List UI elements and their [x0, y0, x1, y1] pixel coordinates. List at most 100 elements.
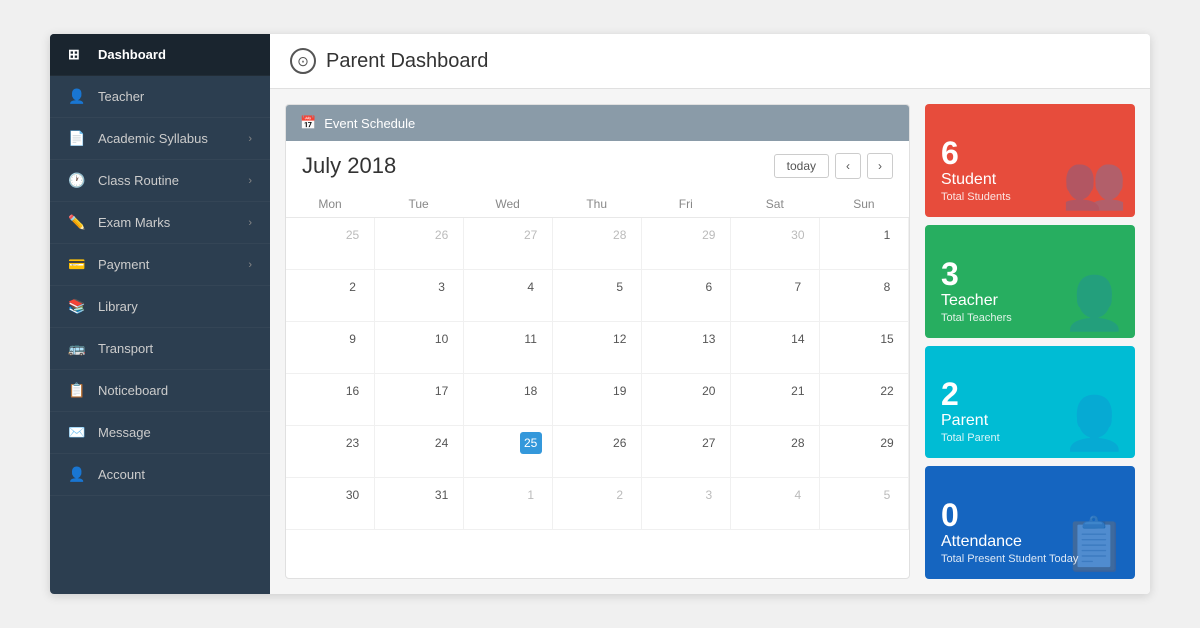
sidebar-item-message[interactable]: ✉️ Message — [50, 412, 270, 454]
calendar-day-cell[interactable]: 9 — [286, 322, 374, 374]
calendar-day-cell[interactable]: 25 — [286, 218, 374, 270]
calendar-day-cell[interactable]: 1 — [463, 478, 552, 530]
sidebar-item-academic-syllabus[interactable]: 📄 Academic Syllabus › — [50, 118, 270, 160]
page-title: Parent Dashboard — [326, 50, 488, 73]
date-number: 12 — [609, 328, 631, 350]
date-number: 19 — [609, 380, 631, 402]
date-number: 3 — [698, 484, 720, 506]
calendar-day-cell[interactable]: 13 — [641, 322, 730, 374]
date-number: 4 — [520, 276, 542, 298]
sidebar-item-transport[interactable]: 🚌 Transport — [50, 328, 270, 370]
calendar-day-cell[interactable]: 30 — [286, 478, 374, 530]
calendar-day-cell[interactable]: 28 — [552, 218, 641, 270]
date-number: 26 — [609, 432, 631, 454]
calendar-day-cell[interactable]: 23 — [286, 426, 374, 478]
calendar-day-cell[interactable]: 28 — [730, 426, 819, 478]
sidebar-icon-payment: 💳 — [68, 256, 88, 273]
calendar-day-cell[interactable]: 3 — [374, 270, 463, 322]
calendar-day-cell[interactable]: 4 — [463, 270, 552, 322]
calendar-icon: 📅 — [300, 115, 316, 131]
sidebar-icon-account: 👤 — [68, 466, 88, 483]
calendar-body: 2526272829301234567891011121314151617181… — [286, 218, 909, 530]
weekday-sat: Sat — [730, 191, 819, 218]
calendar-day-cell[interactable]: 31 — [374, 478, 463, 530]
calendar-day-cell[interactable]: 17 — [374, 374, 463, 426]
sidebar-label-message: Message — [98, 425, 151, 440]
weekday-thu: Thu — [552, 191, 641, 218]
sidebar-label-payment: Payment — [98, 257, 149, 272]
calendar-day-cell[interactable]: 24 — [374, 426, 463, 478]
sidebar-item-teacher[interactable]: 👤 Teacher — [50, 76, 270, 118]
calendar-day-cell[interactable]: 26 — [552, 426, 641, 478]
calendar-day-cell[interactable]: 3 — [641, 478, 730, 530]
calendar-day-cell[interactable]: 25 — [463, 426, 552, 478]
weekday-sun: Sun — [819, 191, 908, 218]
calendar-day-cell[interactable]: 21 — [730, 374, 819, 426]
main-content: ⊙ Parent Dashboard 📅 Event Schedule July… — [270, 34, 1150, 594]
calendar-day-cell[interactable]: 26 — [374, 218, 463, 270]
calendar-day-cell[interactable]: 4 — [730, 478, 819, 530]
stat-sub-teacher: Total Teachers — [941, 312, 1119, 324]
calendar-day-cell[interactable]: 22 — [819, 374, 908, 426]
stat-card-student: 👥 6 Student Total Students — [925, 104, 1135, 217]
sidebar-item-payment[interactable]: 💳 Payment › — [50, 244, 270, 286]
date-number: 24 — [431, 432, 453, 454]
date-number: 29 — [698, 224, 720, 246]
sidebar-label-academic-syllabus: Academic Syllabus — [98, 131, 208, 146]
sidebar-item-library[interactable]: 📚 Library — [50, 286, 270, 328]
calendar-day-cell[interactable]: 8 — [819, 270, 908, 322]
calendar-day-cell[interactable]: 10 — [374, 322, 463, 374]
calendar-day-cell[interactable]: 5 — [819, 478, 908, 530]
date-number: 5 — [609, 276, 631, 298]
sidebar-item-dashboard[interactable]: ⊞ Dashboard — [50, 34, 270, 76]
date-number: 21 — [787, 380, 809, 402]
calendar-week-row: 91011 12 13 14 15 — [286, 322, 909, 374]
calendar-day-cell[interactable]: 2 — [552, 478, 641, 530]
date-number: 5 — [876, 484, 898, 506]
date-number: 23 — [342, 432, 364, 454]
calendar-header-bar: 📅 Event Schedule — [286, 105, 909, 141]
calendar-day-cell[interactable]: 12 — [552, 322, 641, 374]
calendar-day-cell[interactable]: 27 — [463, 218, 552, 270]
calendar-day-cell[interactable]: 5 — [552, 270, 641, 322]
calendar-day-cell[interactable]: 16 — [286, 374, 374, 426]
calendar-day-cell[interactable]: 27 — [641, 426, 730, 478]
calendar-day-cell[interactable]: 7 — [730, 270, 819, 322]
calendar-week-row: 161718 19 20 21 22 — [286, 374, 909, 426]
sidebar-item-account[interactable]: 👤 Account — [50, 454, 270, 496]
calendar-day-cell[interactable]: 19 — [552, 374, 641, 426]
sidebar-item-exam-marks[interactable]: ✏️ Exam Marks › — [50, 202, 270, 244]
stat-card-parent: 👤 2 Parent Total Parent — [925, 346, 1135, 459]
calendar-day-cell[interactable]: 30 — [730, 218, 819, 270]
chevron-icon: › — [248, 259, 252, 271]
calendar-day-cell[interactable]: 11 — [463, 322, 552, 374]
calendar-nav-controls: today ‹ › — [774, 153, 893, 179]
date-number: 4 — [787, 484, 809, 506]
sidebar-item-noticeboard[interactable]: 📋 Noticeboard — [50, 370, 270, 412]
calendar-weekdays: MonTueWedThuFriSatSun — [286, 191, 909, 218]
sidebar-icon-exam-marks: ✏️ — [68, 214, 88, 231]
weekday-mon: Mon — [286, 191, 374, 218]
calendar-month-title: July 2018 — [302, 153, 396, 179]
sidebar-item-class-routine[interactable]: 🕐 Class Routine › — [50, 160, 270, 202]
prev-month-button[interactable]: ‹ — [835, 153, 861, 179]
date-number: 1 — [520, 484, 542, 506]
calendar-day-cell[interactable]: 6 — [641, 270, 730, 322]
date-number: 30 — [787, 224, 809, 246]
dashboard-icon: ⊙ — [290, 48, 316, 74]
calendar-day-cell[interactable]: 29 — [641, 218, 730, 270]
date-number: 28 — [609, 224, 631, 246]
calendar-day-cell[interactable]: 20 — [641, 374, 730, 426]
calendar-day-cell[interactable]: 14 — [730, 322, 819, 374]
calendar-day-cell[interactable]: 2 — [286, 270, 374, 322]
date-number: 14 — [787, 328, 809, 350]
calendar-day-cell[interactable]: 15 — [819, 322, 908, 374]
date-number: 28 — [787, 432, 809, 454]
next-month-button[interactable]: › — [867, 153, 893, 179]
calendar-day-cell[interactable]: 29 — [819, 426, 908, 478]
sidebar-label-teacher: Teacher — [98, 89, 144, 104]
sidebar-icon-library: 📚 — [68, 298, 88, 315]
calendar-day-cell[interactable]: 1 — [819, 218, 908, 270]
calendar-day-cell[interactable]: 18 — [463, 374, 552, 426]
today-button[interactable]: today — [774, 154, 829, 178]
